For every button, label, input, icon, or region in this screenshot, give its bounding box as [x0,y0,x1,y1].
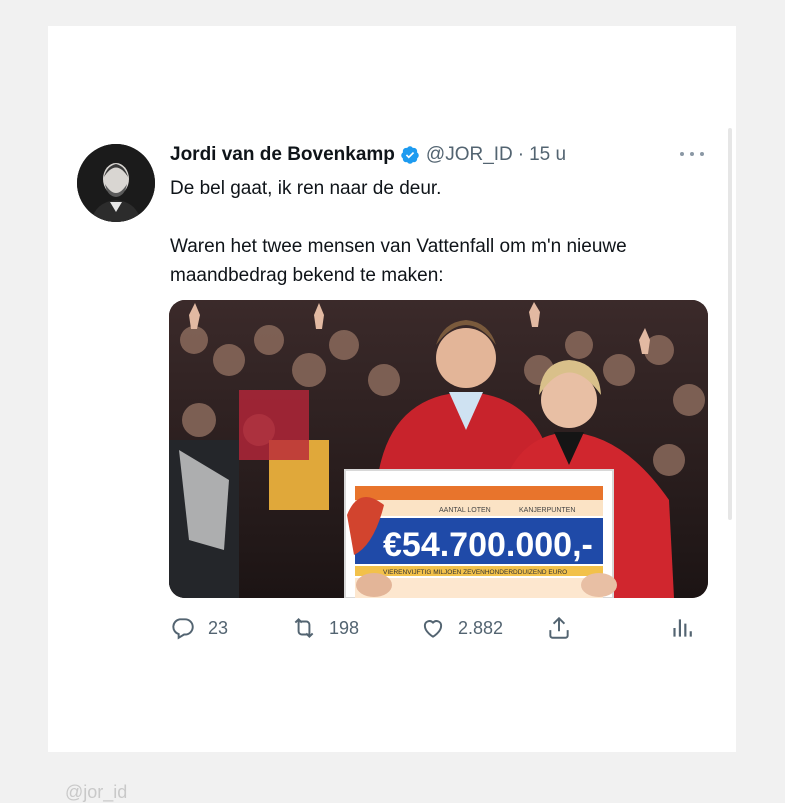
retweet-count: 198 [329,617,360,638]
retweet-button[interactable]: 198 [291,612,359,644]
analytics-button[interactable] [668,612,694,644]
author-name[interactable]: Jordi van de Bovenkamp [170,144,395,166]
like-icon [423,620,443,638]
reply-count: 23 [208,617,229,638]
analytics-icon [673,619,692,637]
check-label-left: AANTAL LOTEN [439,507,491,514]
check-amount: €54.700.000,- [383,526,593,564]
tweet-actions: 23 198 2.882 [170,612,700,644]
tweet-text-line-2: Waren het twee mensen van Vattenfall om … [170,236,627,286]
tweet-text: De bel gaat, ik ren naar de deur. Waren … [170,174,690,290]
reply-icon [172,618,194,640]
author-handle[interactable]: @JOR_ID [426,144,513,166]
share-icon [549,616,569,639]
tweet-timestamp[interactable]: 15 u [529,144,566,166]
avatar[interactable] [77,144,155,222]
reply-button[interactable]: 23 [170,612,228,644]
more-icon[interactable] [680,146,704,162]
verified-badge-icon [401,146,419,164]
like-count: 2.882 [458,617,504,638]
tweet-media-photo[interactable]: AANTAL LOTEN KANJERPUNTEN €54.700.000,- … [169,300,708,598]
retweet-icon [294,617,314,639]
share-button[interactable] [546,612,572,644]
tweet-text-line-1: De bel gaat, ik ren naar de deur. [170,178,442,199]
like-button[interactable]: 2.882 [420,612,503,644]
scrollbar[interactable] [728,128,732,520]
check-label-right: KANJERPUNTEN [519,507,575,514]
header-separator: · [517,144,525,165]
tweet-header: Jordi van de Bovenkamp @JOR_ID · 15 u [170,142,566,168]
check-words: VIERENVIJFTIG MILJOEN ZEVENHONDERDDUIZEN… [383,569,567,576]
